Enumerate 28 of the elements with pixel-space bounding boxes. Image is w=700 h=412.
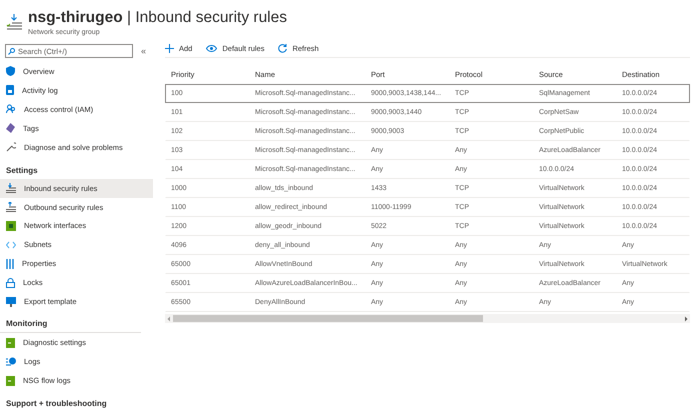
network-card-icon <box>6 220 16 231</box>
logs-icon <box>6 356 16 367</box>
plus-icon <box>165 44 174 53</box>
collapse-button[interactable]: « <box>141 46 146 56</box>
scrollbar-thumb[interactable] <box>173 315 483 322</box>
scroll-left-icon <box>165 316 173 322</box>
diagnostic-icon <box>6 338 15 348</box>
search-icon <box>8 48 15 54</box>
outbound-icon <box>6 202 16 212</box>
eye-icon <box>206 45 218 52</box>
tag-icon <box>6 123 15 134</box>
section-heading: Settings <box>5 164 39 177</box>
section-heading: Support + troubleshooting <box>5 398 108 410</box>
monitor-icon <box>6 296 16 307</box>
refresh-icon <box>278 44 288 53</box>
shield-icon <box>6 66 15 76</box>
rules-list-icon <box>6 14 22 30</box>
people-icon <box>6 104 16 114</box>
inbound-icon <box>6 183 16 194</box>
flow-log-icon <box>6 376 15 386</box>
lock-icon <box>6 278 15 288</box>
code-brackets-icon <box>6 240 16 249</box>
page-title: nsg-thirugeo | Inbound security rules <box>28 8 287 26</box>
horizontal-scrollbar[interactable] <box>165 314 690 323</box>
log-icon <box>6 85 14 96</box>
section-heading: Monitoring <box>0 311 141 334</box>
bars-icon <box>6 258 14 269</box>
scroll-right-icon <box>682 316 690 322</box>
